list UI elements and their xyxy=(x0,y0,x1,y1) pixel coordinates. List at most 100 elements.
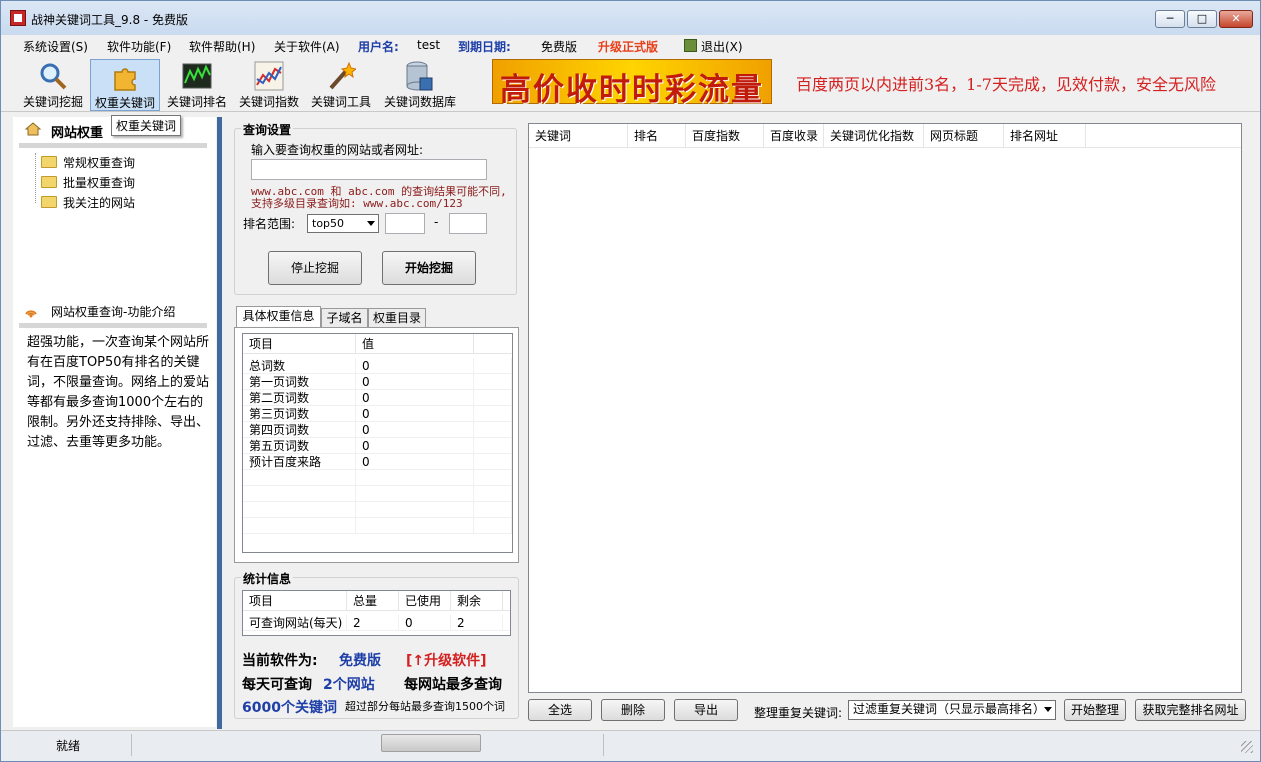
dedupe-select[interactable]: 过滤重复关键词（只显示最高排名） xyxy=(848,700,1056,720)
table-row[interactable]: 第二页词数 0 xyxy=(243,390,512,406)
grid-cell xyxy=(474,390,512,406)
table-row[interactable] xyxy=(243,502,512,518)
range-select-value: top50 xyxy=(312,217,345,230)
table-row[interactable]: 预计百度来路 0 xyxy=(243,454,512,470)
column-header[interactable]: 关键词 xyxy=(529,124,628,148)
grid-cell xyxy=(243,502,356,518)
home-icon xyxy=(25,122,41,136)
delete-button[interactable]: 删除 xyxy=(601,699,665,721)
table-row[interactable]: 第三页词数 0 xyxy=(243,406,512,422)
tree-item-batch-query[interactable]: 批量权重查询 xyxy=(63,174,135,191)
grid-cell xyxy=(356,502,474,518)
range-select[interactable]: top50 xyxy=(307,214,379,233)
grid-cell: 第三页词数 xyxy=(243,406,356,422)
column-header[interactable]: 排名网址 xyxy=(1004,124,1086,148)
menu-about[interactable]: 关于软件(A) xyxy=(274,38,340,55)
export-button[interactable]: 导出 xyxy=(674,699,738,721)
panel-splitter[interactable] xyxy=(217,117,222,729)
grid-cell: 0 xyxy=(356,374,474,390)
minimize-button[interactable]: ─ xyxy=(1155,10,1185,28)
window-title: 战神关键词工具_9.8 - 免费版 xyxy=(31,13,189,27)
grid-cell xyxy=(474,422,512,438)
table-row[interactable]: 可查询网站(每天) 2 0 2 xyxy=(243,615,510,631)
upgrade-link[interactable]: [↑升级软件] xyxy=(406,650,487,670)
ad-banner[interactable]: 高价收时时彩流量 xyxy=(492,59,772,108)
weight-info-grid[interactable]: 项目 值 总词数 0 第一页词数 0 第二页词数 0 第三页词数 0 第四页词数 0 第五页词数 0 预… xyxy=(242,333,513,553)
tab-weight-info[interactable]: 具体权重信息 xyxy=(236,306,321,328)
column-header[interactable]: 百度收录 xyxy=(764,124,824,148)
menu-software-functions[interactable]: 软件功能(F) xyxy=(107,38,171,55)
toolbar-keyword-tools-button[interactable]: 关键词工具 xyxy=(306,59,376,111)
grid-cell xyxy=(243,518,356,534)
toolbar-keyword-database-button[interactable]: 关键词数据库 xyxy=(383,59,457,111)
start-dedupe-button[interactable]: 开始整理 xyxy=(1064,699,1126,721)
current-version-value: 免费版 xyxy=(339,653,381,669)
expire-value: 免费版 xyxy=(541,40,578,54)
column-header[interactable]: 项目 xyxy=(243,591,347,611)
grid-cell: 可查询网站(每天) xyxy=(243,615,347,631)
column-header[interactable]: 网页标题 xyxy=(924,124,1004,148)
title-bar[interactable]: 战神关键词工具_9.8 - 免费版 ─ □ ✕ xyxy=(1,1,1260,35)
bar-chart-icon xyxy=(182,63,212,89)
tab-weight-directory[interactable]: 权重目录 xyxy=(368,308,426,328)
column-header[interactable]: 剩余 xyxy=(451,591,503,611)
menu-software-help[interactable]: 软件帮助(H) xyxy=(189,38,255,55)
table-row[interactable] xyxy=(243,486,512,502)
toolbar-keyword-rank-button[interactable]: 关键词排名 xyxy=(162,59,232,111)
start-mining-button[interactable]: 开始挖掘 xyxy=(382,251,476,285)
intro-text: 超强功能，一次查询某个网站所有在百度TOP50有排名的关键词，不限量查询。网络上… xyxy=(27,335,210,450)
grid-cell xyxy=(474,358,512,374)
range-from-input[interactable] xyxy=(385,213,425,234)
resize-grip-icon[interactable] xyxy=(1241,741,1253,753)
menu-bar: 系统设置(S) 软件功能(F) 软件帮助(H) 关于软件(A) 用户名: tes… xyxy=(1,35,1260,57)
column-header[interactable]: 关键词优化指数 xyxy=(824,124,924,148)
table-row[interactable] xyxy=(243,470,512,486)
upgrade-menu[interactable]: 升级正式版 xyxy=(598,38,658,55)
grid-cell xyxy=(356,486,474,502)
toolbar-keyword-mining-button[interactable]: 关键词挖掘 xyxy=(18,59,88,111)
menu-system-settings[interactable]: 系统设置(S) xyxy=(23,38,88,55)
puzzle-icon xyxy=(114,68,136,91)
query-note-2: 支持多级目录查询如: www.abc.com/123 xyxy=(251,197,463,210)
select-all-button[interactable]: 全选 xyxy=(528,699,592,721)
grid-cell: 第一页词数 xyxy=(243,374,356,390)
max-label: 每网站最多查询 xyxy=(404,677,502,693)
results-list[interactable]: 关键词 排名 百度指数 百度收录 关键词优化指数 网页标题 排名网址 xyxy=(528,123,1242,693)
grid-cell: 2 xyxy=(451,615,503,631)
table-row[interactable]: 第四页词数 0 xyxy=(243,422,512,438)
magnifier-icon xyxy=(40,63,67,90)
stop-mining-button[interactable]: 停止挖掘 xyxy=(268,251,362,285)
menu-exit[interactable]: 退出(X) xyxy=(701,38,743,55)
toolbar-keyword-index-button[interactable]: 关键词指数 xyxy=(234,59,304,111)
url-input[interactable] xyxy=(251,159,487,180)
stats-grid[interactable]: 项目 总量 已使用 剩余 可查询网站(每天) 2 0 2 xyxy=(242,590,511,636)
range-label: 排名范围: xyxy=(243,217,296,231)
tree-item-regular-query[interactable]: 常规权重查询 xyxy=(63,154,135,171)
tree-item-followed-sites[interactable]: 我关注的网站 xyxy=(63,194,135,211)
column-header[interactable]: 排名 xyxy=(628,124,686,148)
grid-cell: 第五页词数 xyxy=(243,438,356,454)
table-row[interactable]: 第一页词数 0 xyxy=(243,374,512,390)
daily-value: 2个网站 xyxy=(323,677,375,693)
column-header[interactable]: 值 xyxy=(356,334,474,354)
table-row[interactable]: 第五页词数 0 xyxy=(243,438,512,454)
toolbar-weight-keyword-button[interactable]: 权重关键词 xyxy=(90,59,160,111)
close-button[interactable]: ✕ xyxy=(1219,10,1253,28)
maximize-button[interactable]: □ xyxy=(1187,10,1217,28)
column-header[interactable]: 总量 xyxy=(347,591,399,611)
tab-subdomain[interactable]: 子域名 xyxy=(321,308,368,328)
left-nav-panel: 网站权重 常规权重查询 批量权重查询 我关注的网站 网站权重查询-功能介绍 超强… xyxy=(13,117,216,727)
tooltip: 权重关键词 xyxy=(111,115,182,136)
scrolling-notice[interactable]: 百度两页以内进前3名，1-7天完成，见效付款，安全无风险 xyxy=(796,71,1258,95)
get-full-urls-button[interactable]: 获取完整排名网址 xyxy=(1135,699,1246,721)
toolbar-label: 关键词挖掘 xyxy=(22,95,83,109)
query-settings-group: 查询设置 输入要查询权重的网站或者网址: www.abc.com 和 abc.c… xyxy=(234,121,517,295)
table-row[interactable] xyxy=(243,518,512,534)
toolbar-label: 关键词工具 xyxy=(310,95,371,109)
range-to-input[interactable] xyxy=(449,213,487,234)
table-row[interactable]: 总词数 0 xyxy=(243,358,512,374)
user-value: test xyxy=(417,38,441,52)
column-header[interactable]: 项目 xyxy=(243,334,356,354)
column-header[interactable]: 百度指数 xyxy=(686,124,764,148)
column-header[interactable]: 已使用 xyxy=(399,591,451,611)
